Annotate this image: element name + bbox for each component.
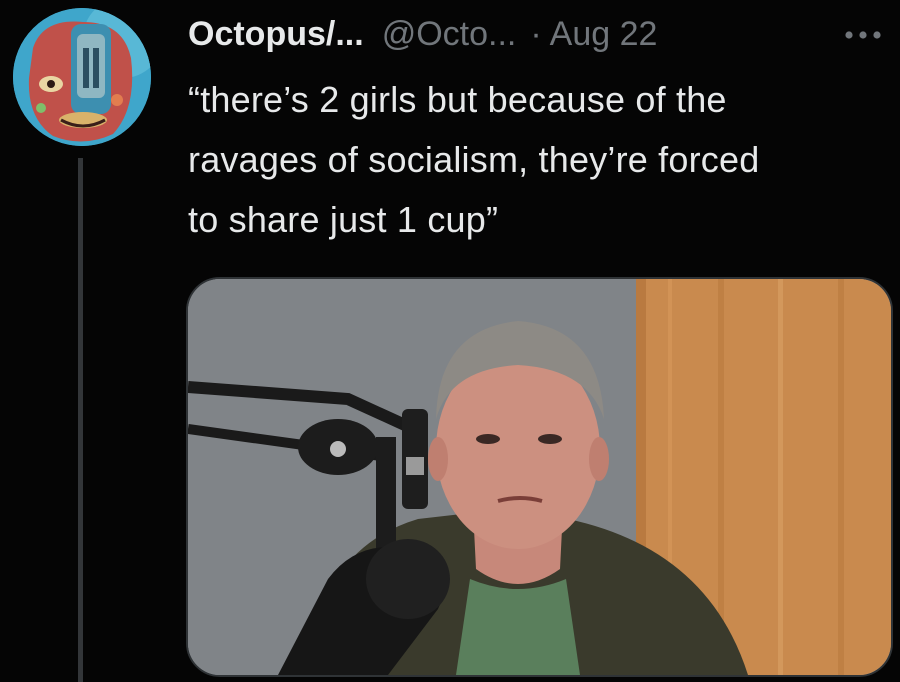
- tweet-text-line: “there’s 2 girls but because of the: [188, 79, 727, 120]
- thread-connector-line: [78, 158, 83, 682]
- tweet-text: “there’s 2 girls but because of the rava…: [188, 70, 888, 250]
- attached-photo[interactable]: [186, 277, 893, 677]
- display-name[interactable]: Octopus/...: [188, 12, 364, 56]
- tweet-text-line: to share just 1 cup”: [188, 199, 499, 240]
- more-horizontal-icon: [845, 31, 881, 39]
- more-options-button[interactable]: [838, 20, 888, 50]
- tweet-text-line: ravages of socialism, they’re forced: [188, 139, 760, 180]
- header-separator: ·: [530, 15, 542, 53]
- user-handle[interactable]: @Octo...: [382, 12, 517, 56]
- tweet[interactable]: Octopus/... @Octo... · Aug 22 “there’s 2…: [0, 0, 900, 682]
- tweet-header: Octopus/... @Octo... · Aug 22: [188, 12, 657, 56]
- profile-avatar[interactable]: [13, 8, 151, 146]
- tweet-timestamp[interactable]: Aug 22: [550, 12, 658, 56]
